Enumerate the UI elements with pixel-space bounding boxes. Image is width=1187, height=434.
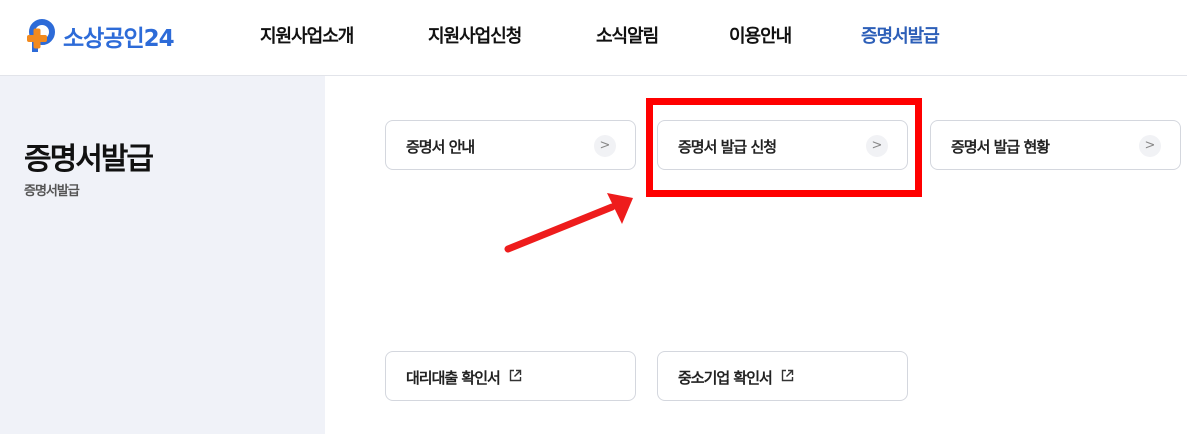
card-label: 대리대출 확인서 — [406, 367, 522, 388]
card-sme-confirmation[interactable]: 중소기업 확인서 — [657, 351, 908, 401]
brand-name: 소상공인24 — [63, 26, 175, 52]
card-label: 증명서 안내 — [406, 138, 475, 156]
card-label: 중소기업 확인서 — [678, 367, 794, 388]
chevron-right-icon: > — [1139, 135, 1161, 157]
sidebar: 증명서발급 증명서발급 — [0, 76, 325, 434]
site-header: 소상공인24 지원사업소개 지원사업신청 소식알림 이용안내 증명서발급 — [0, 0, 1187, 76]
external-link-icon — [781, 368, 794, 386]
nav-item-certificates[interactable]: 증명서발급 — [861, 22, 940, 48]
chevron-right-icon: > — [866, 135, 888, 157]
nav-item-program-apply[interactable]: 지원사업신청 — [428, 22, 522, 48]
page-title: 증명서발급 — [24, 142, 154, 177]
external-link-icon — [509, 368, 522, 386]
annotation-arrow-icon — [504, 193, 633, 253]
logo-mark-icon — [25, 18, 65, 54]
card-label: 증명서 발급 신청 — [678, 138, 777, 156]
nav-item-guide[interactable]: 이용안내 — [729, 22, 792, 48]
card-certificate-status[interactable]: 증명서 발급 현황 > — [930, 120, 1181, 170]
card-label-text: 중소기업 확인서 — [678, 369, 773, 387]
card-proxy-loan-confirmation[interactable]: 대리대출 확인서 — [385, 351, 636, 401]
card-label-text: 대리대출 확인서 — [406, 369, 501, 387]
nav-item-news[interactable]: 소식알림 — [596, 22, 659, 48]
site-logo[interactable]: 소상공인24 — [25, 18, 175, 54]
breadcrumb: 증명서발급 — [24, 184, 80, 199]
nav-item-program-intro[interactable]: 지원사업소개 — [260, 22, 354, 48]
card-certificate-apply[interactable]: 증명서 발급 신청 > — [657, 120, 908, 170]
card-label: 증명서 발급 현황 — [951, 138, 1050, 156]
card-certificate-guide[interactable]: 증명서 안내 > — [385, 120, 636, 170]
chevron-right-icon: > — [594, 135, 616, 157]
